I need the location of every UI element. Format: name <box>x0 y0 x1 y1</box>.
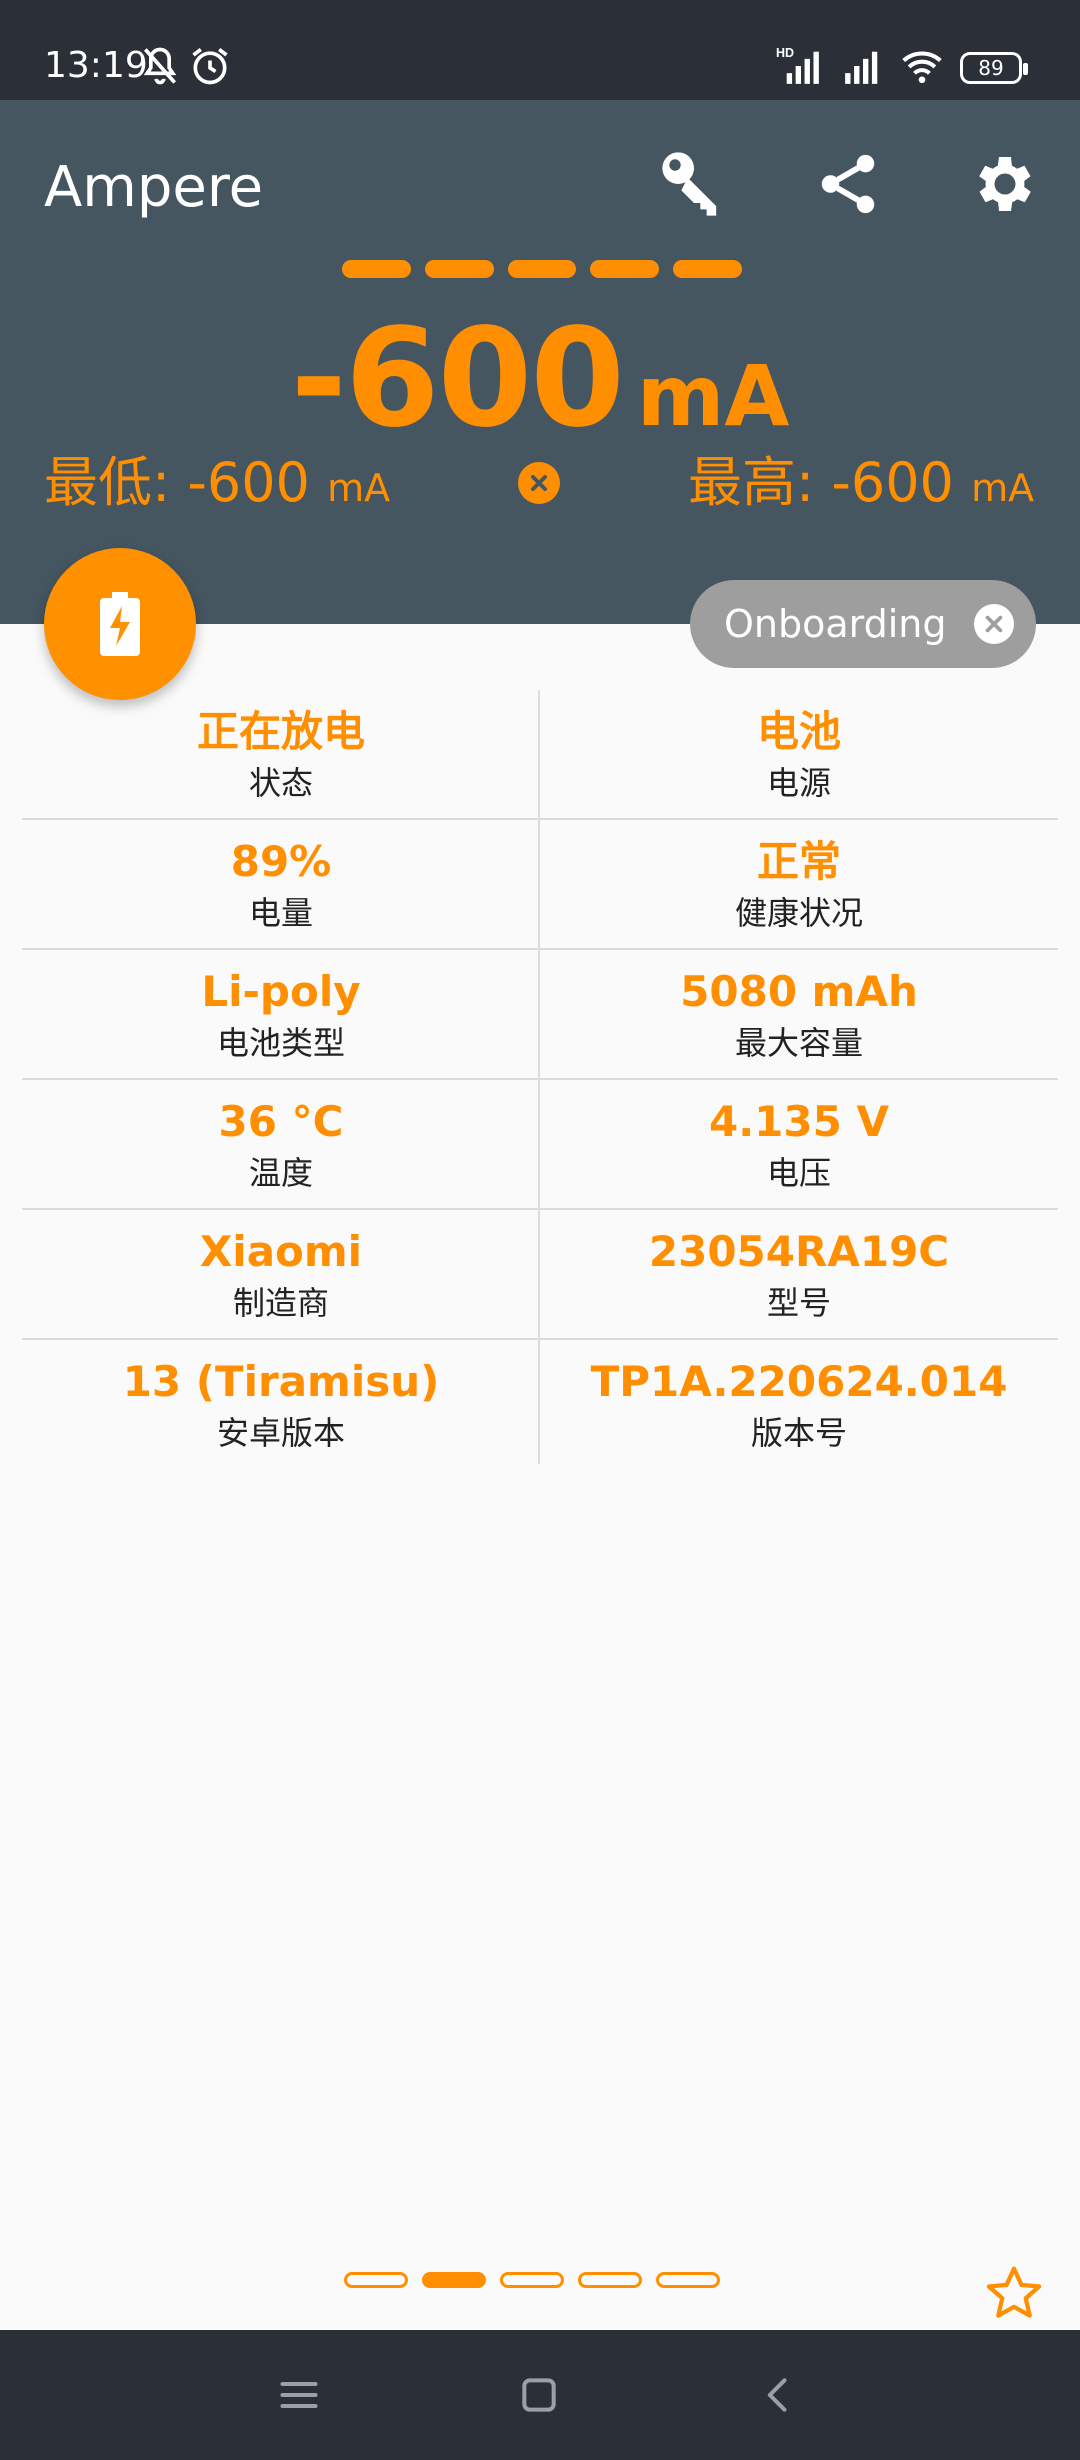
info-label: 电源 <box>766 764 831 802</box>
max-reading: 最高: -600 mA <box>688 448 1034 523</box>
status-time: 13:19 <box>44 45 148 86</box>
app-title: Ampere <box>44 155 264 220</box>
info-row: 13 (Tiramisu) 安卓版本 TP1A.220624.014 版本号 <box>22 1340 1058 1468</box>
hd-signal-icon: HD <box>776 46 819 84</box>
close-icon <box>985 615 1003 633</box>
current-reading: -600 mA <box>0 300 1080 458</box>
battery-fab-button[interactable] <box>44 548 196 700</box>
svg-text:HD: HD <box>776 46 794 60</box>
reset-minmax-button[interactable] <box>518 462 560 504</box>
info-row: Li-poly 电池类型 5080 mAh 最大容量 <box>22 950 1058 1080</box>
onboarding-chip-close-button[interactable] <box>974 604 1014 644</box>
info-label: 电量 <box>248 894 313 932</box>
info-value: 5080 mAh <box>680 967 918 1016</box>
info-label: 型号 <box>766 1284 831 1322</box>
app-header: Ampere -600 mA 最低: -600 mA 最高: -600 mA <box>0 100 1080 624</box>
info-value: TP1A.220624.014 <box>590 1357 1008 1406</box>
nav-home-button[interactable] <box>498 2354 580 2436</box>
current-value: -600 <box>290 300 625 458</box>
max-value: 最高: -600 <box>688 451 954 514</box>
page-dot[interactable] <box>500 2272 564 2288</box>
info-cell-status: 正在放电 状态 <box>22 690 540 818</box>
info-cell-capacity: 5080 mAh 最大容量 <box>540 950 1058 1078</box>
wifi-icon <box>902 51 942 84</box>
info-value: 正常 <box>756 837 841 886</box>
info-row: 89% 电量 正常 健康状况 <box>22 820 1058 950</box>
alarm-icon <box>192 48 228 85</box>
key-icon <box>662 152 717 216</box>
info-label: 安卓版本 <box>216 1414 345 1452</box>
system-nav-bar <box>0 2330 1080 2460</box>
info-row: 36 °C 温度 4.135 V 电压 <box>22 1080 1058 1210</box>
close-icon <box>531 475 547 491</box>
onboarding-chip-label: Onboarding <box>724 602 947 646</box>
gear-icon <box>979 157 1031 211</box>
back-chevron-icon <box>767 2378 787 2412</box>
info-cell-health: 正常 健康状况 <box>540 820 1058 948</box>
status-bar: 13:19 HD 89 <box>0 0 1080 100</box>
max-unit: mA <box>971 466 1035 510</box>
mute-icon <box>143 47 177 85</box>
info-label: 电压 <box>766 1154 831 1192</box>
info-value: 13 (Tiramisu) <box>122 1357 440 1406</box>
key-button[interactable] <box>646 136 742 232</box>
info-value: 4.135 V <box>709 1097 889 1146</box>
info-label: 版本号 <box>750 1414 847 1452</box>
page-dot[interactable] <box>578 2272 642 2288</box>
info-cell-power-source: 电池 电源 <box>540 690 1058 818</box>
info-cell-battery-type: Li-poly 电池类型 <box>22 950 540 1078</box>
star-icon[interactable] <box>982 2262 1046 2326</box>
info-cell-build-number: TP1A.220624.014 版本号 <box>540 1340 1058 1468</box>
current-unit: mA <box>636 347 790 445</box>
info-row: Xiaomi 制造商 23054RA19C 型号 <box>22 1210 1058 1340</box>
info-value: 36 °C <box>218 1097 344 1146</box>
battery-icon: 89 <box>960 52 1028 84</box>
info-label: 健康状况 <box>734 894 863 932</box>
info-label: 状态 <box>248 764 313 802</box>
info-cell-model: 23054RA19C 型号 <box>540 1210 1058 1338</box>
info-label: 温度 <box>248 1154 313 1192</box>
onboarding-chip[interactable]: Onboarding <box>690 580 1036 668</box>
min-reading: 最低: -600 mA <box>44 448 390 523</box>
nav-menu-button[interactable] <box>258 2354 340 2436</box>
battery-charging-icon <box>100 592 140 656</box>
share-button[interactable] <box>800 136 896 232</box>
info-row: 正在放电 状态 电池 电源 <box>22 690 1058 820</box>
info-value: 正在放电 <box>196 707 365 756</box>
info-value: 89% <box>230 837 332 886</box>
info-cell-temperature: 36 °C 温度 <box>22 1080 540 1208</box>
info-label: 最大容量 <box>734 1024 863 1062</box>
info-label: 制造商 <box>232 1284 329 1322</box>
info-value: 23054RA19C <box>648 1227 950 1276</box>
info-cell-manufacturer: Xiaomi 制造商 <box>22 1210 540 1338</box>
nav-back-button[interactable] <box>738 2354 820 2436</box>
info-value: Li-poly <box>201 967 361 1016</box>
min-unit: mA <box>327 466 391 510</box>
info-label: 电池类型 <box>216 1024 345 1062</box>
battery-info-grid: 正在放电 状态 电池 电源 89% 电量 正常 健康状况 Li-poly 电池类… <box>22 690 1058 1468</box>
info-value: Xiaomi <box>199 1227 363 1276</box>
share-icon <box>821 154 875 214</box>
info-cell-level: 89% 电量 <box>22 820 540 948</box>
grid-divider <box>538 690 540 1464</box>
page-dot[interactable] <box>656 2272 720 2288</box>
menu-icon <box>280 2381 318 2409</box>
info-cell-voltage: 4.135 V 电压 <box>540 1080 1058 1208</box>
info-value: 电池 <box>756 707 841 756</box>
page-indicator[interactable] <box>344 2272 720 2288</box>
page-dot[interactable] <box>344 2272 408 2288</box>
settings-button[interactable] <box>954 136 1050 232</box>
page-dot[interactable] <box>422 2272 486 2288</box>
signal-icon <box>845 51 878 84</box>
digit-placeholder-dashes <box>342 260 742 280</box>
home-square-icon <box>522 2378 556 2412</box>
info-cell-android-version: 13 (Tiramisu) 安卓版本 <box>22 1340 540 1468</box>
battery-level: 89 <box>978 56 1004 80</box>
min-value: 最低: -600 <box>44 451 310 514</box>
